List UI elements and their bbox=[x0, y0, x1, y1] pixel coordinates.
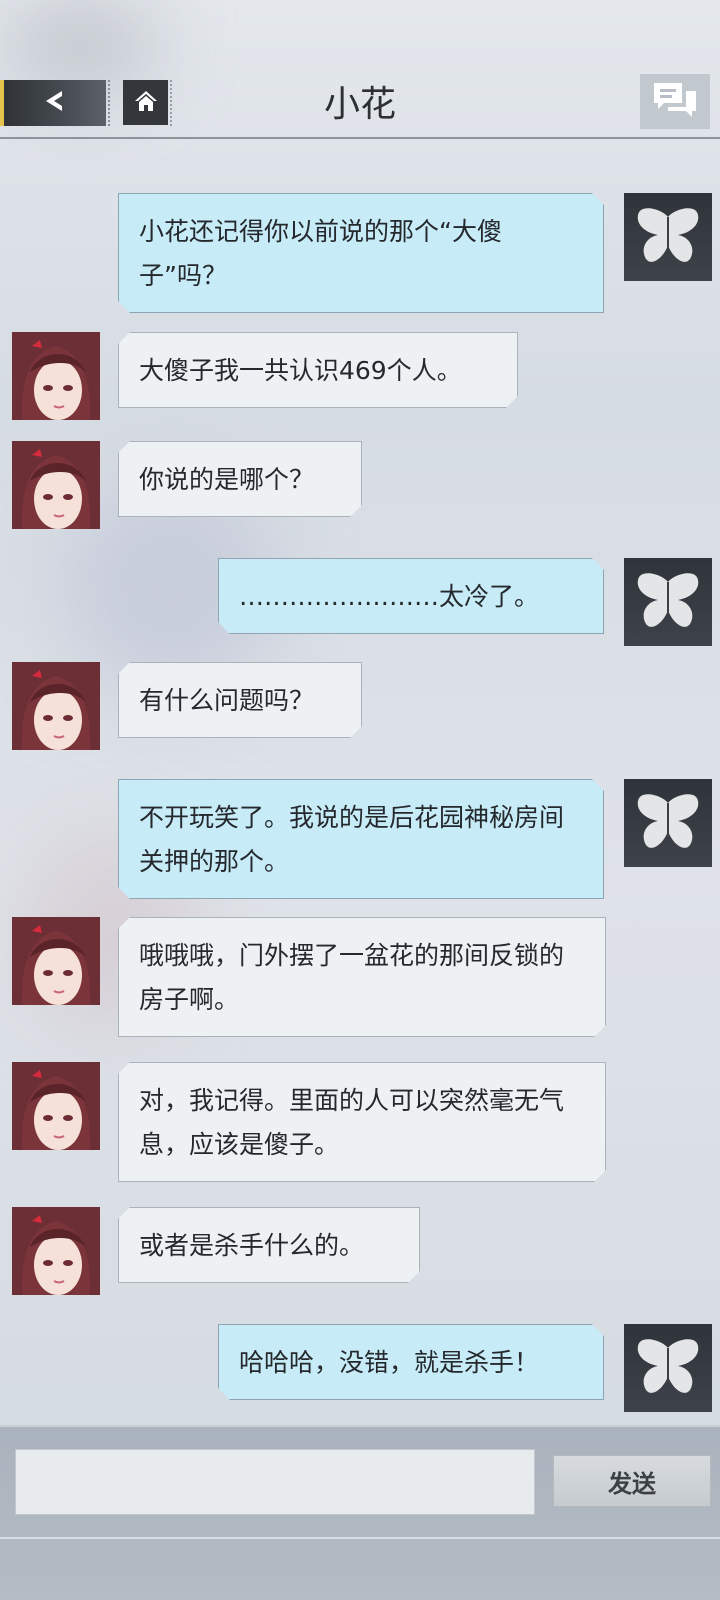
girl-portrait-icon bbox=[12, 662, 100, 750]
girl-portrait-icon bbox=[12, 1062, 100, 1150]
message-input-bar: 发送 bbox=[0, 1425, 720, 1600]
avatar-contact[interactable] bbox=[12, 917, 100, 1005]
back-button[interactable] bbox=[0, 80, 110, 126]
avatar-self[interactable] bbox=[624, 193, 712, 281]
message-bubble-incoming: 哦哦哦，门外摆了一盆花的那间反锁的房子啊。 bbox=[118, 917, 606, 1037]
header: 小花 bbox=[0, 0, 720, 139]
avatar-contact[interactable] bbox=[12, 1062, 100, 1150]
avatar-self[interactable] bbox=[624, 1324, 712, 1412]
avatar-self[interactable] bbox=[624, 779, 712, 867]
girl-portrait-icon bbox=[12, 441, 100, 529]
message-bubble-outgoing: 小花还记得你以前说的那个“大傻子”吗？ bbox=[118, 193, 604, 313]
message-bubble-incoming: 大傻子我一共认识469个人。 bbox=[118, 332, 518, 408]
home-icon bbox=[132, 87, 160, 119]
message-bubble-outgoing: 哈哈哈，没错，就是杀手！ bbox=[218, 1324, 604, 1400]
girl-portrait-icon bbox=[12, 917, 100, 1005]
send-button[interactable]: 发送 bbox=[553, 1455, 711, 1507]
chat-list-button[interactable] bbox=[640, 74, 710, 129]
message-bubble-incoming: 或者是杀手什么的。 bbox=[118, 1207, 420, 1283]
avatar-contact[interactable] bbox=[12, 332, 100, 420]
butterfly-icon bbox=[637, 794, 699, 848]
message-bubble-outgoing: ……………………太冷了。 bbox=[218, 558, 604, 634]
chat-bubbles-icon bbox=[650, 79, 700, 125]
page-title: 小花 bbox=[323, 84, 396, 125]
butterfly-icon bbox=[637, 573, 699, 627]
avatar-contact[interactable] bbox=[12, 441, 100, 529]
avatar-contact[interactable] bbox=[12, 662, 100, 750]
message-bubble-incoming: 你说的是哪个？ bbox=[118, 441, 362, 517]
message-bubble-outgoing: 不开玩笑了。我说的是后花园神秘房间关押的那个。 bbox=[118, 779, 604, 899]
butterfly-icon bbox=[637, 208, 699, 262]
butterfly-icon bbox=[637, 1339, 699, 1393]
message-input[interactable] bbox=[15, 1449, 535, 1515]
avatar-self[interactable] bbox=[624, 558, 712, 646]
message-bubble-incoming: 对，我记得。里面的人可以突然毫无气息，应该是傻子。 bbox=[118, 1062, 606, 1182]
back-arrow-icon bbox=[40, 87, 70, 119]
message-bubble-incoming: 有什么问题吗？ bbox=[118, 662, 362, 738]
girl-portrait-icon bbox=[12, 332, 100, 420]
girl-portrait-icon bbox=[12, 1207, 100, 1295]
avatar-contact[interactable] bbox=[12, 1207, 100, 1295]
home-button[interactable] bbox=[123, 80, 168, 125]
